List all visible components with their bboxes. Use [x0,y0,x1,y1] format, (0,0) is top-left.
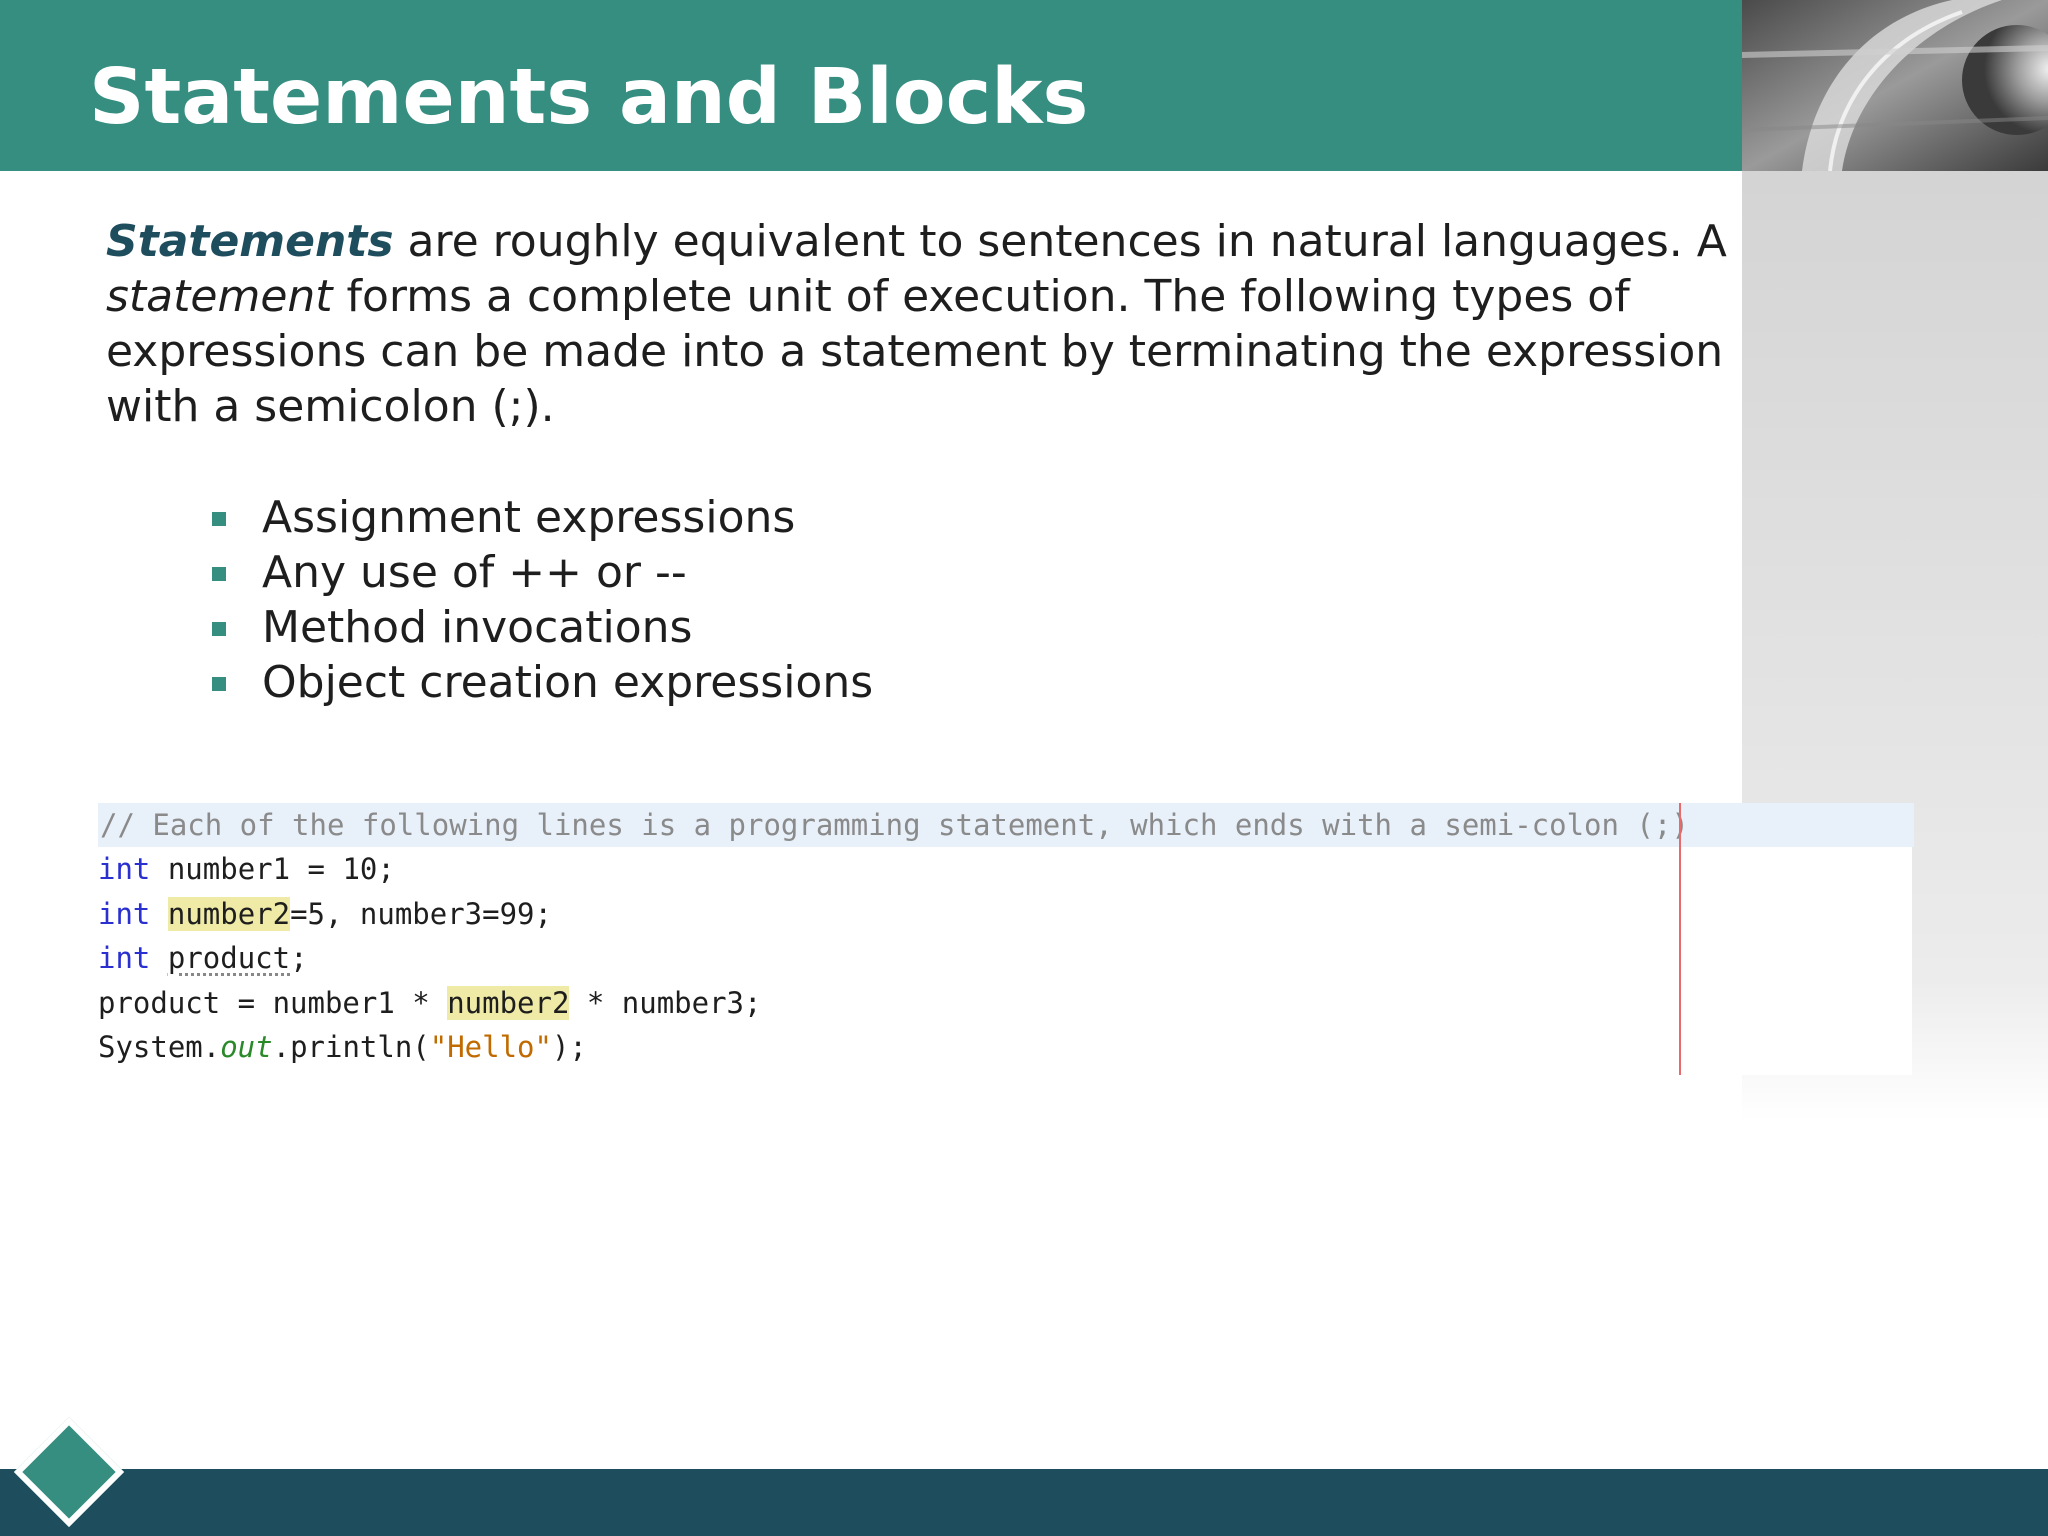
code-keyword: int [98,941,151,975]
code-highlight: number2 [447,986,570,1020]
intro-paragraph: Statements are roughly equivalent to sen… [106,214,1746,434]
code-text: ; [290,941,308,975]
code-line: int number2=5, number3=99; [98,892,552,936]
bullet-item: Any use of ++ or -- [206,545,873,600]
bullet-list: Assignment expressions Any use of ++ or … [206,490,873,710]
bullet-item: Method invocations [206,600,873,655]
code-text: * number3; [569,986,762,1020]
term-statement: statement [106,271,333,322]
code-text: number1 = 10; [150,852,395,886]
bullet-item: Assignment expressions [206,490,873,545]
code-text: product = number1 * [98,986,448,1020]
bullet-item: Object creation expressions [206,655,873,710]
code-line: int number1 = 10; [98,847,395,891]
code-field: out [220,1030,273,1064]
bullet-text: Any use of ++ or -- [262,547,687,598]
code-text: System. [98,1030,221,1064]
code-text: =5, number3=99; [290,897,552,931]
bullet-text: Assignment expressions [262,492,796,543]
code-line: System.out.println("Hello"); [98,1025,587,1069]
intro-text-2: forms a complete unit of execution. The … [106,271,1724,432]
square-bullet-icon [212,622,226,636]
corner-decorative-image [1742,0,2048,171]
intro-text-1: are roughly equivalent to sentences in n… [393,216,1727,267]
header-bar: Statements and Blocks [0,0,1742,171]
bullet-text: Method invocations [262,602,693,653]
square-bullet-icon [212,567,226,581]
code-highlight: number2 [167,897,291,931]
code-keyword: int [98,897,151,931]
code-text: .println( [272,1030,430,1064]
footer-bar [0,1469,2048,1536]
code-snippet: // Each of the following lines is a prog… [98,803,1914,1075]
square-bullet-icon [212,677,226,691]
bullet-text: Object creation expressions [262,657,874,708]
square-bullet-icon [212,512,226,526]
print-margin-line [1679,803,1681,1075]
code-warning-identifier: product [167,941,291,975]
slide-title: Statements and Blocks [89,53,1089,142]
code-text: ); [551,1030,587,1064]
code-line: product = number1 * number2 * number3; [98,981,761,1025]
term-statements: Statements [106,216,394,267]
code-comment: // Each of the following lines is a prog… [98,803,1914,847]
code-keyword: int [98,852,151,886]
code-line: int product; [98,936,308,980]
code-string: "Hello" [429,1030,552,1064]
